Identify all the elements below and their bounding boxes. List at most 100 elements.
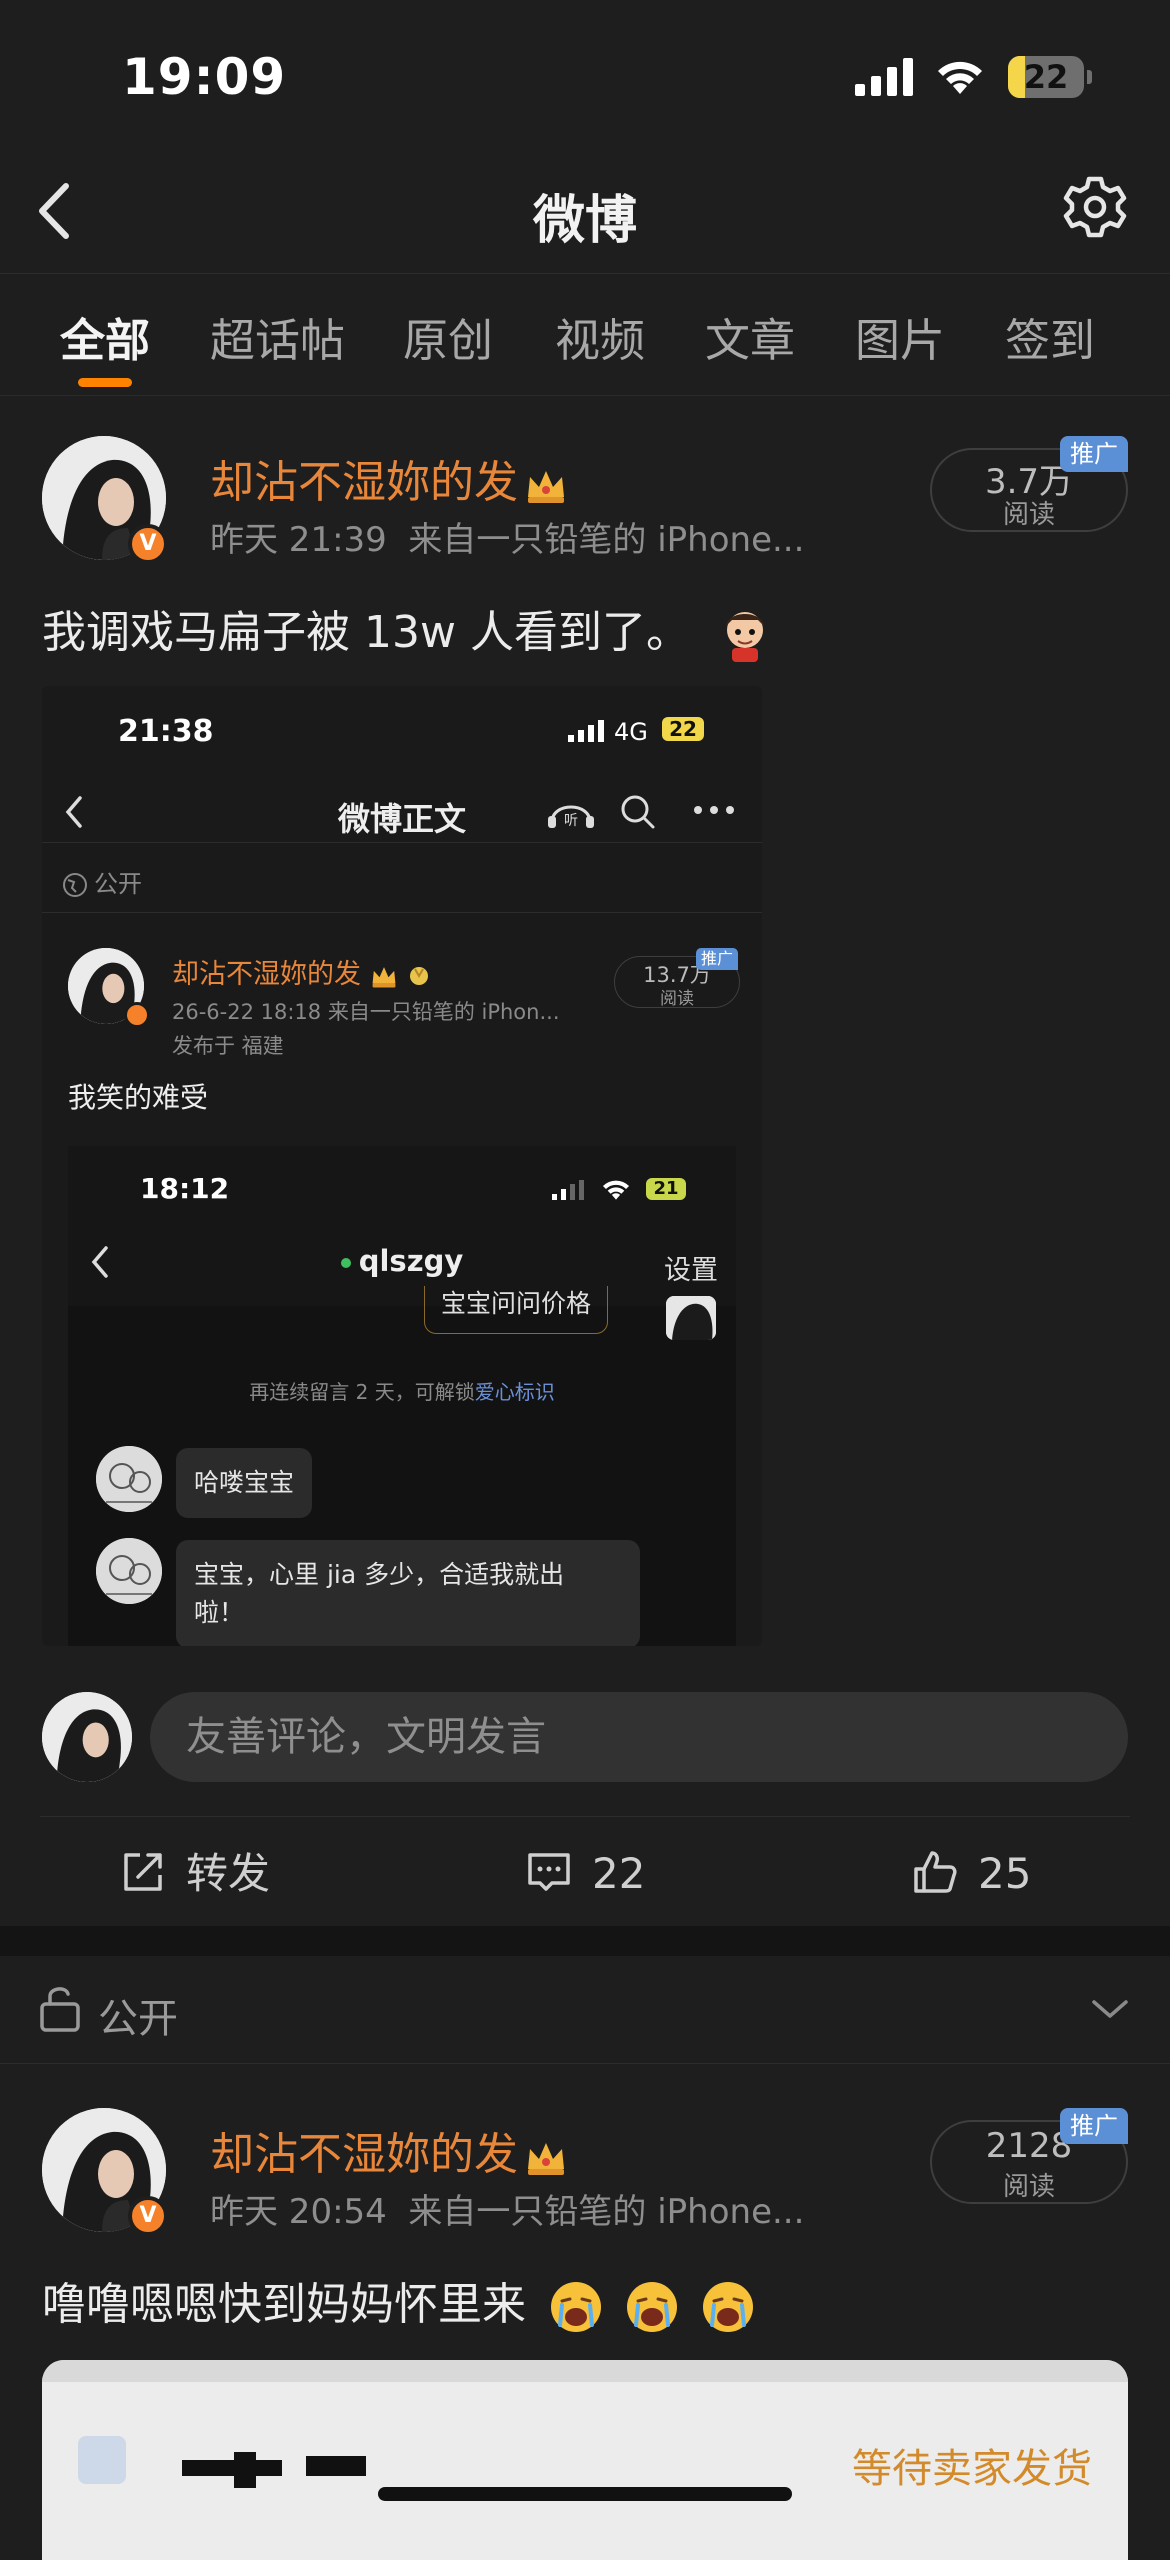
chat-wifi-icon [602,1180,630,1200]
username-text: 却沾不湿妳的发 [210,457,518,508]
tab-super-topic[interactable]: 超话帖 [210,304,345,369]
crown-icon [528,2143,564,2175]
repost-label: 转发 [186,1849,271,1898]
post-actions: 转发 22 25 [40,1816,1130,1926]
visibility-row[interactable]: 公开 [0,1956,1170,2064]
tab-pictures[interactable]: 图片 [855,304,945,369]
comment-count: 22 [592,1849,646,1898]
shot-read-label: 阅读 [660,989,694,1009]
post-text-content: 我调戏马扁子被 13w 人看到了。 [42,607,690,658]
shot-battery: 22 [662,717,704,741]
shot-divider [42,842,762,843]
comment-icon [528,1853,570,1891]
visibility-label: 公开 [98,1996,178,2042]
shot-promo-tag: 推广 [696,948,738,970]
chat-contact-name: qlszgy [358,1244,464,1278]
shot-medal-icon [410,966,429,985]
chat-contact: qlszgy [68,1244,736,1278]
shot-crown-icon [372,966,396,987]
shot-search-icon [621,795,655,829]
post-time: 昨天 21:39 [210,520,387,560]
tab-original[interactable]: 原创 [403,304,493,369]
chat-price-message: 宝宝问问价格 [424,1286,609,1334]
home-indicator [378,2487,792,2501]
chat-bubble: 宝宝，心里 jia 多少，合适我就出 啦！ [176,1540,640,1646]
redacted-bar [182,2460,282,2476]
crying-face-icon [551,2282,601,2332]
chevron-down-icon[interactable] [1090,1996,1130,2022]
crying-face-icon [703,2282,753,2332]
post-time: 昨天 20:54 [210,2192,387,2232]
filter-tabs: 全部 超话帖 原创 视频 文章 图片 签到 [0,276,1170,396]
svg-text:听: 听 [564,813,578,829]
section-divider [0,1926,1170,1956]
post-image[interactable]: 等待卖家发货 [42,2360,1128,2560]
post-meta: 昨天 21:39 来自一只铅笔的 iPhone... [210,512,804,561]
crown-icon [528,471,564,503]
current-user-avatar [42,1692,132,1782]
status-time: 19:09 [122,48,287,106]
post-username[interactable]: 却沾不湿妳的发 [210,446,568,510]
status-bar: 19:09 22 [0,0,1170,150]
shot-meta: 26-6-22 18:18 来自一只铅笔的 iPhon... [172,1000,560,1024]
globe-icon [63,873,87,897]
shot-location: 发布于 福建 [172,1034,284,1058]
post-source: 来自一只铅笔的 iPhone... [408,2192,805,2232]
shop-logo [78,2436,126,2484]
chat-header [68,1146,736,1306]
shot-spacer [42,856,62,858]
chat-status-time: 18:12 [140,1172,230,1205]
chat-hint-text: 再连续留言 2 天，可解锁 [249,1380,475,1404]
redacted-bar [234,2452,256,2488]
wifi-icon [938,61,982,94]
post-text-content: 噜噜嗯嗯快到妈妈怀里来 [42,2279,526,2330]
shot-divider [42,912,762,913]
battery-icon: 22 [1008,56,1092,98]
chat-hint: 再连续留言 2 天，可解锁爱心标识 [68,1376,736,1405]
crying-face-icon [627,2282,677,2332]
chat-bubble-line: 宝宝，心里 jia 多少，合适我就出 [194,1560,565,1589]
verified-badge: V [128,2196,168,2236]
thumbs-up-icon [914,1851,957,1893]
post-image[interactable]: 21:38 4G 22 微博正文 听 公开 却沾不湿妳的发 26-6-22 18… [42,686,762,1646]
battery-level: 22 [1023,58,1069,96]
chat-screenshot: 18:12 21 qlszgy 设置 宝宝问问价格 再连续留言 2 天，可解锁爱… [68,1146,736,1646]
post-username[interactable]: 却沾不湿妳的发 [210,2118,568,2182]
chat-self-avatar [666,1296,716,1340]
shot-public-label: 公开 [62,864,142,899]
chat-signal-icon [552,1180,584,1200]
tab-article[interactable]: 文章 [705,304,795,369]
shot-username: 却沾不湿妳的发 [172,952,432,991]
tab-all[interactable]: 全部 [60,304,150,369]
shot-more-icon [694,806,734,814]
tab-check-in[interactable]: 签到 [1005,304,1095,369]
shot-username-text: 却沾不湿妳的发 [172,959,361,990]
chat-contact-avatar [96,1446,162,1512]
post-meta: 昨天 20:54 来自一只铅笔的 iPhone... [210,2184,804,2233]
comment-input[interactable]: 友善评论，文明发言 [150,1692,1128,1782]
chat-bubble: 哈喽宝宝 [176,1448,313,1518]
post-text: 噜噜嗯嗯快到妈妈怀里来 [42,2268,756,2335]
read-label: 阅读 [1002,2172,1055,2202]
shot-public-text: 公开 [94,870,142,898]
unlock-icon [40,1987,80,2032]
share-icon [124,1853,162,1891]
like-count: 25 [978,1849,1032,1898]
gear-icon[interactable] [1060,172,1130,242]
shot-network: 4G [614,718,648,746]
read-label: 阅读 [1002,500,1055,530]
shot-post-text: 我笑的难受 [68,1081,209,1114]
nav-bar: 微博 [0,150,1170,274]
shot-signal-icon [568,720,604,742]
promo-tag: 推广 [1060,2108,1128,2144]
character-emoji-icon [725,612,764,662]
chat-hint-link: 爱心标识 [474,1380,555,1404]
active-tab-indicator [78,378,132,387]
post-source: 来自一只铅笔的 iPhone... [408,520,805,560]
redacted-bar [306,2456,366,2476]
tab-video[interactable]: 视频 [555,304,645,369]
chat-battery: 21 [646,1178,686,1200]
order-card-top-strip [42,2360,1128,2382]
chat-bubble-line: 啦！ [194,1598,245,1627]
order-status: 等待卖家发货 [852,2446,1092,2492]
